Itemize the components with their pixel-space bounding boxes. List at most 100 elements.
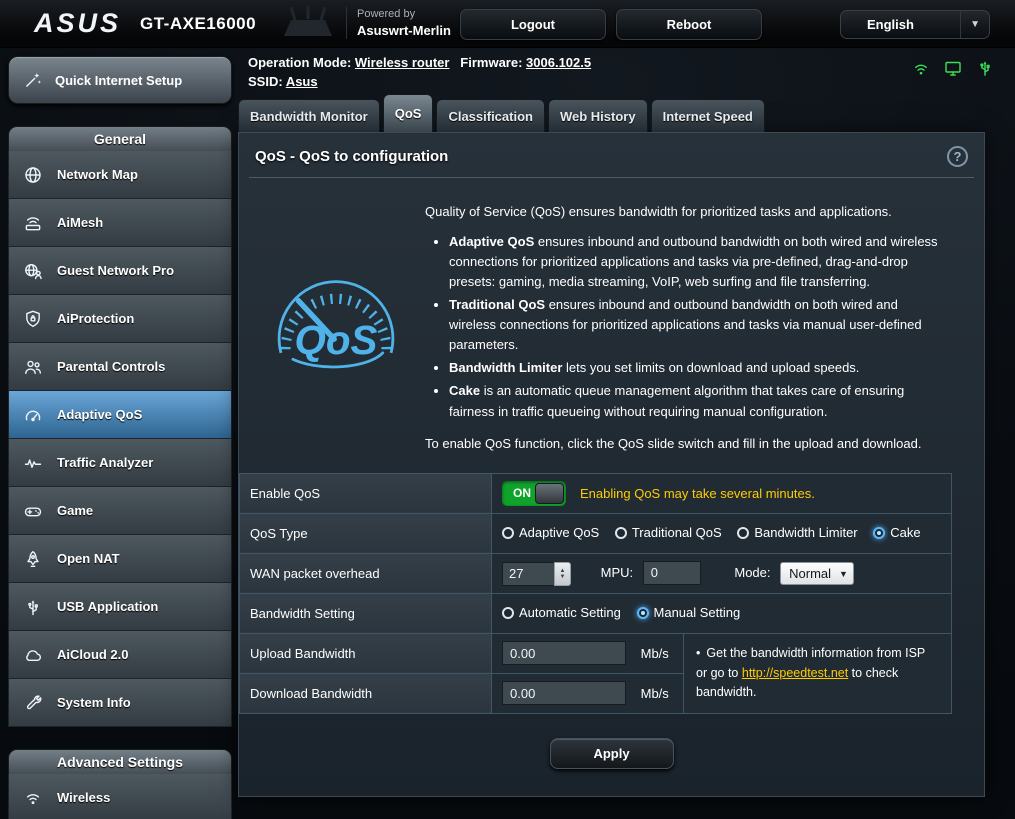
ssid-label: SSID: (248, 74, 283, 89)
globe-icon (19, 165, 47, 185)
logout-button[interactable]: Logout (460, 9, 606, 40)
language-select[interactable]: English ▼ (840, 10, 990, 39)
waveform-icon (19, 453, 47, 473)
mpu-input[interactable] (643, 561, 701, 585)
sidebar: Quick Internet Setup General Network Map… (8, 56, 232, 819)
sidebar-header-general: General (8, 126, 232, 151)
sidebar-item-aicloud[interactable]: AiCloud 2.0 (8, 631, 232, 679)
help-icon[interactable]: ? (947, 146, 968, 167)
firmware-version-link[interactable]: 3006.102.5 (526, 55, 591, 70)
quick-internet-setup-button[interactable]: Quick Internet Setup (8, 56, 232, 104)
sidebar-item-usb-application[interactable]: USB Application (8, 583, 232, 631)
sidebar-item-system-info[interactable]: System Info (8, 679, 232, 727)
sidebar-item-open-nat[interactable]: Open NAT (8, 535, 232, 583)
sidebar-item-guest-network-pro[interactable]: Guest Network Pro (8, 247, 232, 295)
chevron-down-icon: ▼ (839, 569, 848, 579)
sidebar-item-label: Game (57, 503, 93, 518)
radio-icon (615, 527, 627, 539)
radio-automatic-setting[interactable]: Automatic Setting (502, 605, 621, 620)
radio-icon-selected (873, 527, 885, 539)
qos-intro-text: Quality of Service (QoS) ensures bandwid… (425, 202, 944, 222)
wrench-icon (19, 693, 47, 713)
radio-traditional-qos[interactable]: Traditional QoS (615, 525, 722, 540)
tab-internet-speed[interactable]: Internet Speed (651, 99, 765, 132)
bullet-glyph: • (696, 646, 700, 660)
mode-select[interactable]: Normal ▼ (780, 562, 854, 585)
tab-qos[interactable]: QoS (383, 94, 434, 132)
status-row: Operation Mode: Wireless router Firmware… (248, 53, 591, 91)
number-stepper[interactable]: ▲▼ (554, 562, 571, 586)
mode-label: Mode: (734, 565, 770, 580)
operation-mode-link[interactable]: Wireless router (355, 55, 450, 70)
upload-bandwidth-input[interactable] (502, 641, 626, 665)
mesh-router-icon (19, 213, 47, 233)
bullet-bandwidth-limiter: Bandwidth Limiter lets you set limits on… (449, 358, 944, 378)
powered-by-text: Powered by (357, 7, 451, 22)
sidebar-item-label: AiProtection (57, 311, 134, 326)
enable-qos-toggle[interactable]: ON (502, 481, 566, 506)
radio-icon-selected (637, 607, 649, 619)
wifi-status-icon[interactable] (911, 58, 931, 78)
sidebar-item-label: Wireless (57, 790, 110, 805)
radio-cake[interactable]: Cake (873, 525, 920, 540)
apply-button[interactable]: Apply (550, 738, 674, 769)
row-wan-packet-overhead: WAN packet overhead ▲▼ MPU: Mode: Normal… (240, 553, 952, 593)
qos-config-panel: QoS - QoS to configuration ? QoS Quality… (238, 132, 985, 797)
usb-status-icon[interactable] (975, 58, 995, 78)
enable-qos-label: Enable QoS (240, 473, 492, 513)
sidebar-item-label: Parental Controls (57, 359, 165, 374)
wireless-signal-icon (19, 788, 47, 808)
mpu-label: MPU: (601, 565, 634, 580)
bullet-traditional-qos: Traditional QoS ensures inbound and outb… (449, 295, 944, 355)
download-bandwidth-input[interactable] (502, 681, 626, 705)
sidebar-item-network-map[interactable]: Network Map (8, 151, 232, 199)
router-admin-screen: ASUS GT-AXE16000 Powered by Asuswrt-Merl… (0, 0, 1015, 819)
sidebar-item-aiprotection[interactable]: AiProtection (8, 295, 232, 343)
sidebar-item-aimesh[interactable]: AiMesh (8, 199, 232, 247)
qos-description-list: Adaptive QoS ensures inbound and outboun… (429, 232, 944, 422)
ssid-link[interactable]: Asus (286, 74, 318, 89)
magic-wand-icon (19, 70, 47, 90)
sidebar-item-adaptive-qos[interactable]: Adaptive QoS (8, 391, 232, 439)
sidebar-item-traffic-analyzer[interactable]: Traffic Analyzer (8, 439, 232, 487)
language-value: English (867, 17, 914, 32)
radio-adaptive-qos[interactable]: Adaptive QoS (502, 525, 599, 540)
rocket-icon (19, 549, 47, 569)
wan-overhead-input[interactable] (502, 562, 554, 586)
radio-manual-setting[interactable]: Manual Setting (637, 605, 741, 620)
model-name: GT-AXE16000 (140, 14, 256, 34)
sidebar-item-label: System Info (57, 695, 131, 710)
wan-overhead-label: WAN packet overhead (240, 553, 492, 593)
sidebar-item-label: USB Application (57, 599, 158, 614)
toggle-knob (535, 483, 564, 504)
bandwidth-setting-label: Bandwidth Setting (240, 593, 492, 633)
sidebar-item-wireless[interactable]: Wireless (8, 774, 232, 819)
radio-bandwidth-limiter[interactable]: Bandwidth Limiter (737, 525, 857, 540)
row-qos-type: QoS Type Adaptive QoS Traditional QoS Ba… (240, 513, 952, 553)
upload-bandwidth-label: Upload Bandwidth (240, 633, 492, 673)
row-enable-qos: Enable QoS ON Enabling QoS may take seve… (240, 473, 952, 513)
tab-bar: Bandwidth Monitor QoS Classification Web… (238, 94, 985, 132)
speedometer-icon (19, 405, 47, 425)
qos-instruction-text: To enable QoS function, click the QoS sl… (425, 436, 944, 451)
gamepad-icon (19, 501, 47, 521)
isp-bandwidth-note: •Get the bandwidth information from ISP … (684, 633, 952, 713)
download-unit: Mb/s (641, 686, 669, 701)
sidebar-item-game[interactable]: Game (8, 487, 232, 535)
download-bandwidth-label: Download Bandwidth (240, 673, 492, 713)
tab-classification[interactable]: Classification (436, 99, 545, 132)
toggle-on-label: ON (513, 481, 531, 506)
speedtest-link[interactable]: http://speedtest.net (742, 666, 848, 680)
tab-bandwidth-monitor[interactable]: Bandwidth Monitor (238, 99, 380, 132)
sidebar-item-label: AiMesh (57, 215, 103, 230)
radio-icon (502, 607, 514, 619)
radio-icon (737, 527, 749, 539)
sidebar-item-label: AiCloud 2.0 (57, 647, 129, 662)
main-content: Bandwidth Monitor QoS Classification Web… (238, 94, 985, 797)
sidebar-item-parental-controls[interactable]: Parental Controls (8, 343, 232, 391)
reboot-button[interactable]: Reboot (616, 9, 762, 40)
sidebar-item-label: Guest Network Pro (57, 263, 174, 278)
tab-web-history[interactable]: Web History (548, 99, 648, 132)
enable-qos-warning: Enabling QoS may take several minutes. (580, 486, 815, 501)
lan-status-icon[interactable] (943, 58, 963, 78)
